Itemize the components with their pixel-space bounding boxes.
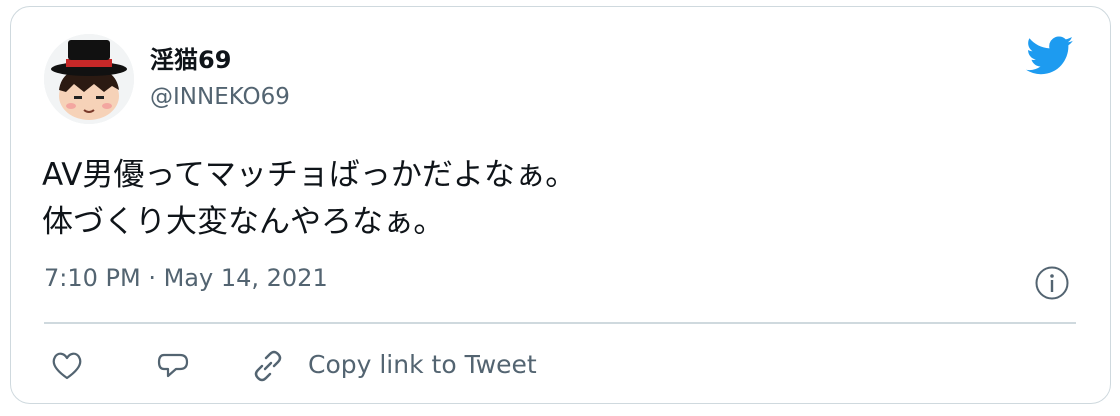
- speech-bubble-icon: [157, 353, 189, 378]
- divider: [44, 322, 1076, 324]
- twitter-bird-icon[interactable]: [1026, 36, 1074, 76]
- heart-icon: [52, 352, 82, 380]
- copy-link-label[interactable]: Copy link to Tweet: [308, 350, 537, 379]
- copy-link-button[interactable]: [250, 349, 286, 383]
- reply-button[interactable]: [156, 349, 190, 383]
- link-icon: [254, 350, 282, 382]
- tweet-timestamp[interactable]: 7:10 PM · May 14, 2021: [44, 264, 328, 292]
- tweet-text: AV男優ってマッチョばっかだよなぁ。 体づくり大変なんやろなぁ。: [42, 157, 577, 240]
- avatar[interactable]: [44, 34, 134, 124]
- user-handle[interactable]: @INNEKO69: [150, 84, 290, 110]
- info-icon[interactable]: [1034, 265, 1070, 301]
- display-name[interactable]: 淫猫69: [150, 40, 231, 75]
- like-button[interactable]: [50, 349, 84, 383]
